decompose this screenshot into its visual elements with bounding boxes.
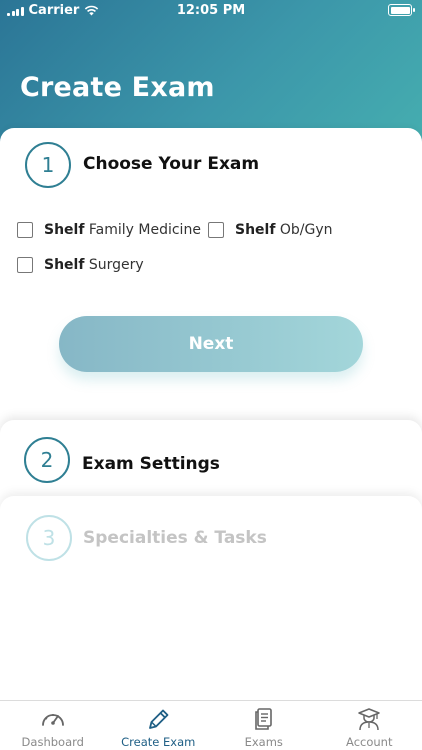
step-3-card[interactable]: 3 Specialties & Tasks [0, 496, 422, 701]
tab-label: Account [346, 735, 393, 749]
checkbox[interactable] [17, 257, 33, 273]
page-title: Create Exam [20, 72, 215, 103]
next-button[interactable]: Next [59, 316, 363, 372]
tab-label: Create Exam [121, 735, 196, 749]
tab-account[interactable]: Account [317, 701, 422, 750]
step-2-title: Exam Settings [82, 454, 220, 474]
document-icon [254, 708, 272, 730]
step-2-number: 2 [24, 437, 70, 483]
status-time: 12:05 PM [176, 3, 246, 18]
tab-bar: Dashboard Create Exam Exams Account [0, 700, 422, 750]
tab-label: Exams [244, 735, 283, 749]
tab-exams[interactable]: Exams [211, 701, 317, 750]
exam-option-family-medicine[interactable]: Shelf Family Medicine [17, 222, 201, 238]
step-1-title: Choose Your Exam [83, 154, 260, 174]
step-3-title: Specialties & Tasks [83, 528, 267, 548]
speedometer-icon [41, 714, 64, 726]
step-1-number: 1 [25, 142, 71, 188]
tab-create-exam[interactable]: Create Exam [106, 701, 212, 750]
step-1-card: 1 Choose Your Exam Shelf Family Medicine… [0, 128, 422, 448]
tab-dashboard[interactable]: Dashboard [0, 701, 106, 750]
exam-option-ob-gyn[interactable]: Shelf Ob/Gyn [208, 222, 333, 238]
battery-icon [388, 4, 415, 16]
graduate-icon [358, 708, 380, 731]
checkbox[interactable] [208, 222, 224, 238]
tab-label: Dashboard [21, 735, 84, 749]
step-3-number: 3 [26, 515, 72, 561]
exam-option-surgery[interactable]: Shelf Surgery [17, 257, 144, 273]
checkbox[interactable] [17, 222, 33, 238]
pencil-icon [149, 709, 169, 729]
status-bar: Carrier 12:05 PM [0, 0, 422, 22]
